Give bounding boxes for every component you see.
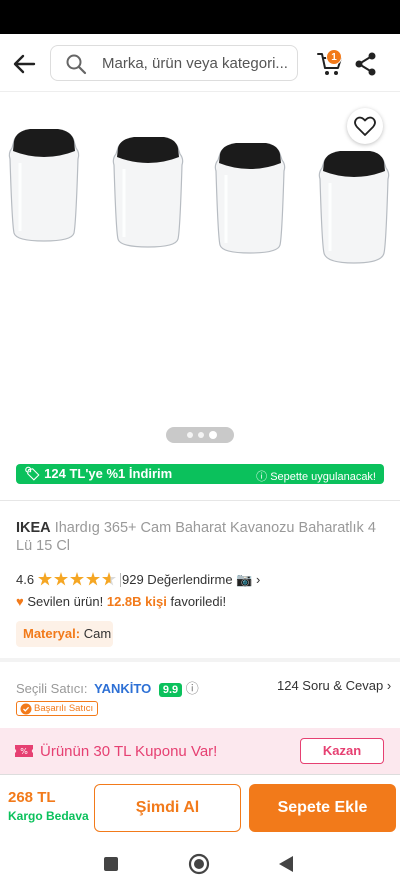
reviews-link[interactable]: 929 Değerlendirme 📷 › [122, 572, 260, 588]
search-placeholder: Marka, ürün veya kategori... [102, 55, 288, 72]
info-icon: ⓘ [256, 471, 268, 483]
seller-name[interactable]: YANKİTO [94, 681, 151, 696]
rating-row: 4.6 929 Değerlendirme 📷 › [16, 572, 260, 588]
review-count: 929 Değerlendirme [122, 572, 233, 587]
attribute-value: Cam [83, 626, 112, 641]
heart-icon [354, 116, 376, 136]
recent-apps-icon[interactable] [103, 856, 119, 872]
favorite-suffix: favoriledi! [170, 594, 227, 609]
seller-label: Seçili Satıcı: [16, 681, 88, 696]
chevron-right-icon: › [386, 678, 392, 693]
badge-text: Başarılı Satıcı [34, 703, 94, 714]
material-attribute: Materyal: Cam [16, 621, 113, 647]
product-name: Ihardıg 365+ Cam Baharat Kavanozu Bahara… [16, 520, 376, 554]
star-icon [38, 572, 52, 586]
gallery-dot[interactable] [198, 432, 204, 438]
rating-value: 4.6 [16, 572, 35, 587]
search-input[interactable]: Marka, ürün veya kategori... [50, 45, 298, 81]
product-image-gallery[interactable] [0, 93, 400, 453]
gallery-dot[interactable] [187, 432, 193, 438]
cart-badge: 1 [326, 49, 342, 65]
separator [120, 573, 121, 587]
seller-badge: Başarılı Satıcı [16, 701, 99, 716]
gallery-dot-active[interactable] [209, 431, 217, 439]
add-to-cart-button[interactable]: Sepete Ekle [249, 784, 396, 832]
jar-3 [214, 143, 286, 254]
share-icon[interactable] [353, 50, 379, 78]
favorite-button[interactable] [347, 108, 383, 144]
search-icon [66, 54, 87, 75]
jar-2 [112, 137, 184, 248]
orange-heart-icon: ♥ [16, 594, 24, 609]
discount-note: Sepette uygulanacak! [270, 471, 376, 483]
seller-info: Seçili Satıcı: YANKİTO 9.9 ⓘ [16, 678, 199, 697]
product-title: IKEA Ihardıg 365+ Cam Baharat Kavanozu B… [16, 519, 376, 555]
chevron-right-icon: › [256, 572, 261, 587]
coupon-claim-button[interactable]: Kazan [300, 738, 384, 764]
top-bar: Marka, ürün veya kategori... 1 [0, 34, 400, 92]
favorite-prefix: Sevilen ürün! [27, 594, 104, 609]
questions-link[interactable]: 124 Soru & Cevap › [277, 678, 391, 693]
tag-icon: 🏷 [24, 466, 41, 481]
attribute-key: Materyal: [23, 626, 81, 641]
coupon-text: Ürünün 30 TL Kuponu Var! [40, 743, 218, 760]
qa-text: 124 Soru & Cevap [277, 678, 384, 693]
coupon-banner: % Ürünün 30 TL Kuponu Var! Kazan [0, 728, 400, 774]
system-nav-bar [0, 840, 400, 888]
status-bar [0, 0, 400, 34]
product-brand[interactable]: IKEA [16, 520, 51, 536]
divider [0, 500, 400, 501]
back-icon[interactable] [278, 855, 294, 873]
discount-text: 124 TL'ye %1 İndirim [44, 466, 173, 481]
favorite-info: ♥ Sevilen ürün! 12.8B kişi favoriledi! [16, 594, 226, 609]
jar-4 [318, 151, 390, 264]
star-rating [38, 572, 116, 586]
star-half-icon [102, 572, 116, 586]
badge-icon [20, 703, 32, 715]
section-gap [0, 658, 400, 662]
star-icon [86, 572, 100, 586]
discount-banner[interactable]: 🏷 124 TL'ye %1 İndirim ⓘ Sepette uygulan… [16, 464, 384, 484]
home-icon[interactable] [188, 853, 210, 875]
info-icon[interactable]: ⓘ [186, 681, 199, 696]
star-icon [54, 572, 68, 586]
camera-icon: 📷 [236, 572, 253, 587]
star-icon [70, 572, 84, 586]
favorite-count: 12.8B kişi [106, 594, 167, 609]
product-image [8, 129, 390, 264]
buy-now-button[interactable]: Şimdi Al [94, 784, 241, 832]
gallery-pagination [166, 427, 234, 443]
free-shipping-label: Kargo Bedava [8, 809, 89, 823]
seller-score: 9.9 [158, 683, 183, 697]
coupon-icon: % [15, 745, 33, 757]
svg-text:%: % [20, 747, 28, 756]
jar-1 [8, 129, 80, 242]
price: 268 TL [8, 789, 56, 806]
purchase-bar: 268 TL Kargo Bedava Şimdi Al Sepete Ekle [0, 774, 400, 840]
back-arrow-icon[interactable] [10, 50, 38, 78]
